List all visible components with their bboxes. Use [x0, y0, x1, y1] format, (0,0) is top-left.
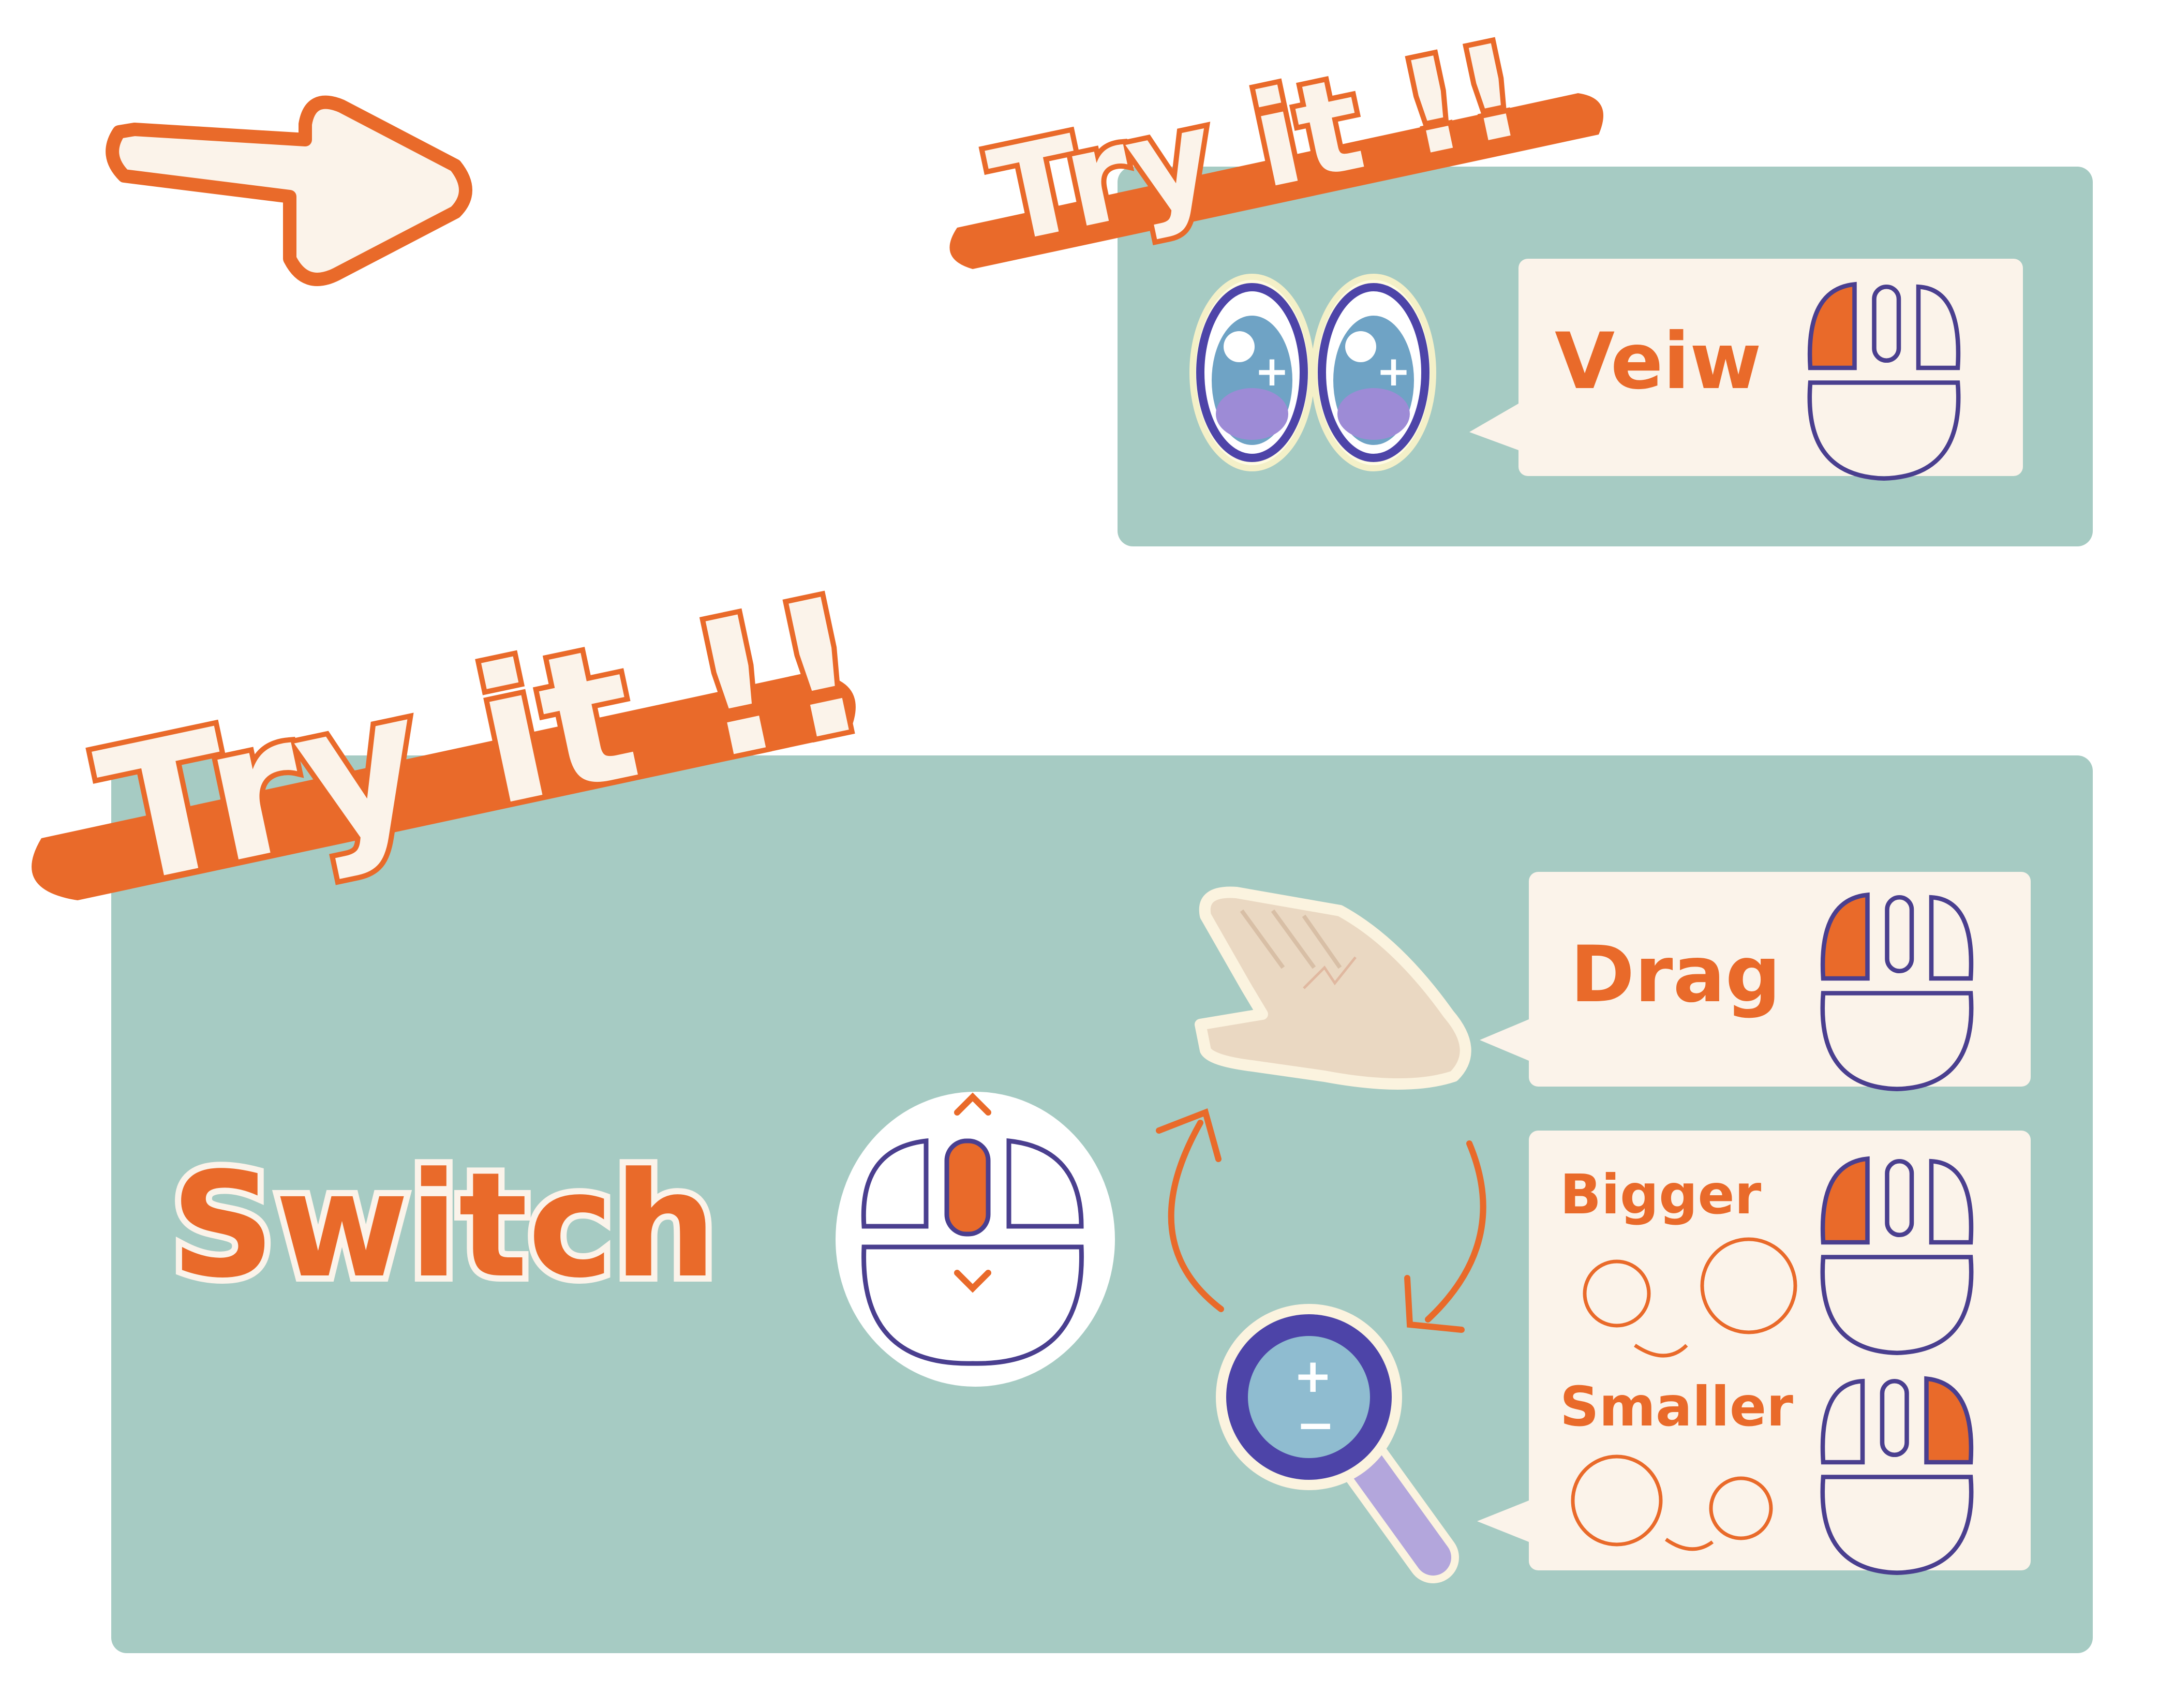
bigger-label: Bigger — [1560, 1163, 1762, 1226]
svg-text:+: + — [1255, 347, 1289, 395]
tutorial-canvas: Try it !! + + Veiw Try it !! Switch + − … — [32, 9, 2093, 1653]
svg-text:+: + — [1376, 347, 1411, 395]
zoom-card: Bigger Smaller — [1477, 1131, 2031, 1573]
svg-text:+: + — [1293, 1349, 1332, 1403]
main-panel: Try it !! Switch + − Drag Bigger Smaller — [32, 550, 2093, 1653]
view-card: Veiw — [1469, 259, 2023, 479]
switch-label: Switch — [171, 1141, 717, 1310]
view-label: Veiw — [1555, 317, 1762, 407]
mouse-scroll-icon — [836, 1092, 1115, 1387]
smaller-label: Smaller — [1560, 1375, 1793, 1438]
arrow-icon — [106, 95, 472, 286]
top-panel: Try it !! + + Veiw — [949, 9, 2093, 546]
drag-card: Drag — [1480, 872, 2031, 1089]
svg-text:−: − — [1296, 1398, 1335, 1452]
drag-label: Drag — [1570, 930, 1781, 1020]
